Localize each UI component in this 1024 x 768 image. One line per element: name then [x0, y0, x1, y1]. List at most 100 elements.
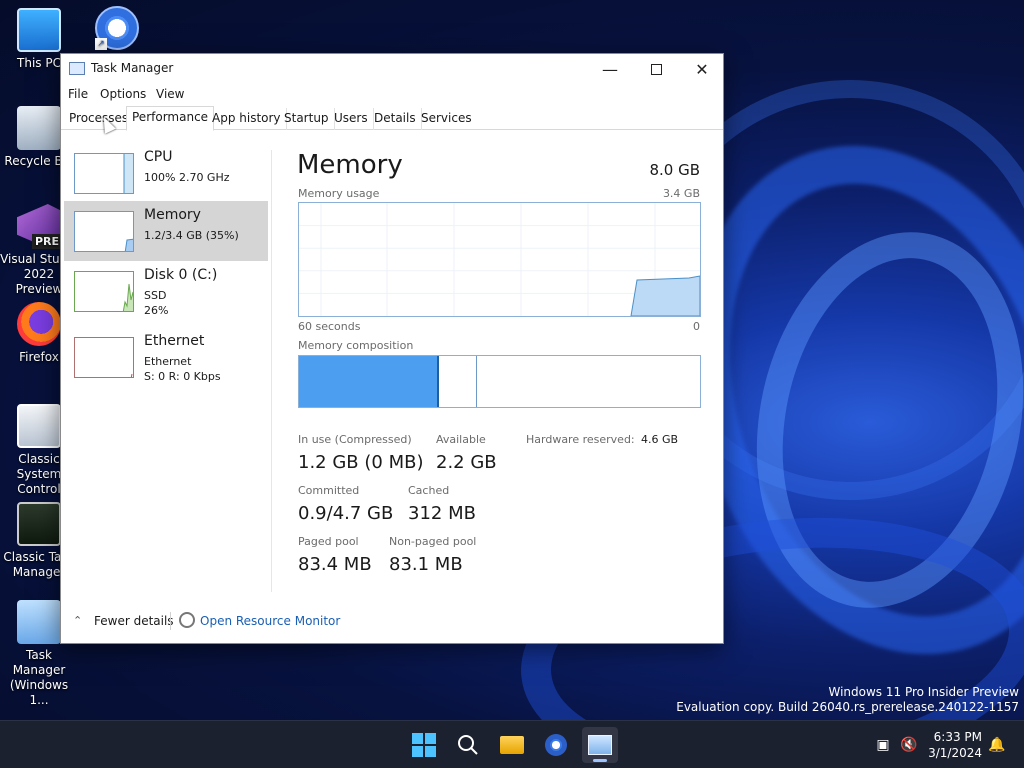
in-use-value: 1.2 GB (0 MB): [298, 452, 424, 473]
footer-bar: ⌃ Fewer details Open Resource Monitor: [61, 606, 723, 636]
sidebar-item-detail: 100% 2.70 GHz: [144, 171, 230, 184]
file-explorer-button[interactable]: [494, 727, 530, 763]
sidebar-item-cpu[interactable]: CPU 100% 2.70 GHz: [64, 143, 268, 203]
cached-value: 312 MB: [408, 503, 476, 524]
memory-thumbnail-svg: [124, 238, 133, 251]
close-button[interactable]: ✕: [679, 54, 725, 84]
chrome-icon: [545, 734, 567, 756]
cpu-thumbnail-graph: [74, 153, 134, 194]
chevron-up-icon: ⌃: [73, 614, 83, 627]
sidebar-item-disk[interactable]: Disk 0 (C:) SSD 26%: [64, 261, 268, 321]
search-button[interactable]: [450, 727, 486, 763]
search-icon: [458, 735, 478, 755]
evaluation-watermark: Windows 11 Pro Insider Preview Evaluatio…: [676, 685, 1019, 715]
desktop-icon-label: Task Manager (Windows 1...: [9, 648, 69, 707]
composition-in-use: [299, 356, 439, 407]
non-paged-pool-value: 83.1 MB: [389, 554, 463, 575]
memory-composition-bar: [298, 355, 701, 408]
graph-time-zero: 0: [693, 320, 700, 333]
close-icon: ✕: [695, 59, 709, 79]
memory-usage-area: [630, 275, 701, 317]
sidebar-item-detail: SSD: [144, 289, 167, 302]
memory-usage-graph: [298, 202, 701, 317]
hardware-reserved-value: 4.6 GB: [641, 433, 679, 446]
menu-bar: File Options View: [61, 84, 723, 106]
tab-performance[interactable]: Performance: [126, 106, 215, 131]
committed-label: Committed: [298, 484, 360, 497]
start-icon: [412, 733, 436, 757]
disk-thumbnail-graph: [74, 271, 134, 312]
control-panel-icon: [17, 404, 61, 448]
tab-users[interactable]: Users: [329, 108, 374, 130]
clock-time: 6:33 PM: [933, 730, 982, 744]
memory-thumbnail-graph: [74, 211, 134, 252]
fewer-details-button[interactable]: Fewer details: [94, 614, 174, 628]
computer-icon: [17, 8, 61, 52]
volume-muted-icon[interactable]: 🔇: [900, 736, 918, 754]
tab-startup[interactable]: Startup: [279, 108, 335, 130]
ethernet-thumbnail-svg: [130, 373, 133, 377]
network-icon[interactable]: ▣: [874, 736, 892, 754]
memory-total: 8.0 GB: [649, 161, 700, 179]
desktop-icon-label: Classic System Control: [16, 452, 62, 496]
sidebar-item-name: Ethernet: [144, 333, 205, 349]
task-manager-icon: [588, 735, 612, 755]
sidebar-item-detail-2: S: 0 R: 0 Kbps: [144, 370, 221, 383]
task-manager-window: Task Manager — ✕ File Options View Proce…: [60, 53, 724, 644]
cpu-usage-fill: [124, 154, 133, 193]
memory-usage-label: Memory usage: [298, 187, 380, 200]
sidebar-item-detail: Ethernet: [144, 355, 192, 368]
memory-usage-max: 3.4 GB: [662, 187, 700, 200]
preview-badge: PRE: [31, 234, 62, 249]
taskbar: ▣ 🔇 6:33 PM 3/1/2024 🔔: [0, 720, 1024, 768]
committed-value: 0.9/4.7 GB: [298, 503, 394, 524]
menu-view[interactable]: View: [156, 87, 184, 101]
in-use-label: In use (Compressed): [298, 433, 412, 446]
start-button[interactable]: [406, 727, 442, 763]
desktop-icon-label: This PC: [17, 56, 61, 70]
notification-bell-icon[interactable]: 🔔: [988, 736, 1006, 754]
sidebar-item-name: Disk 0 (C:): [144, 267, 218, 283]
recycle-bin-icon: [17, 106, 61, 150]
desktop-icon-chrome[interactable]: ↗: [78, 6, 156, 54]
task-manager-taskbar-button[interactable]: [582, 727, 618, 763]
tab-app-history[interactable]: App history: [207, 108, 287, 130]
memory-usage-svg: [299, 203, 701, 317]
firefox-icon: [17, 302, 61, 346]
maximize-icon: [650, 63, 662, 75]
shortcut-arrow-icon: ↗: [95, 38, 107, 50]
tab-strip: Processes Performance App history Startu…: [61, 106, 723, 131]
clock[interactable]: 6:33 PM 3/1/2024: [928, 729, 982, 761]
cached-label: Cached: [408, 484, 450, 497]
composition-modified: [441, 356, 477, 407]
classic-task-manager-icon: [17, 502, 61, 546]
task-manager-icon: [69, 62, 85, 75]
sidebar-item-ethernet[interactable]: Ethernet Ethernet S: 0 R: 0 Kbps: [64, 327, 268, 387]
ethernet-activity-line: [130, 373, 133, 377]
sidebar-item-name: CPU: [144, 149, 173, 165]
menu-file[interactable]: File: [68, 87, 88, 101]
panel-divider: [271, 150, 272, 592]
chrome-taskbar-button[interactable]: [538, 727, 574, 763]
cpu-thumbnail-svg: [123, 154, 133, 193]
memory-usage-area: [124, 238, 133, 251]
tab-details[interactable]: Details: [369, 108, 422, 130]
watermark-line-1: Windows 11 Pro Insider Preview: [828, 685, 1019, 699]
file-explorer-icon: [500, 736, 524, 754]
watermark-line-2: Evaluation copy. Build 26040.rs_prerelea…: [676, 700, 1019, 714]
wallpaper-swirl: [723, 207, 1024, 633]
window-title: Task Manager: [91, 61, 174, 75]
open-resource-monitor-link[interactable]: Open Resource Monitor: [200, 614, 340, 628]
maximize-button[interactable]: [633, 54, 679, 84]
paged-pool-label: Paged pool: [298, 535, 359, 548]
minimize-button[interactable]: —: [587, 54, 633, 84]
memory-composition-label: Memory composition: [298, 339, 414, 352]
menu-options[interactable]: Options: [100, 87, 146, 101]
disk-activity-area: [122, 283, 133, 311]
minimize-icon: —: [602, 59, 618, 79]
sidebar-item-detail: 1.2/3.4 GB (35%): [144, 229, 239, 242]
sidebar-item-memory[interactable]: Memory 1.2/3.4 GB (35%): [64, 201, 268, 261]
footer-divider: [170, 612, 171, 630]
title-bar[interactable]: Task Manager — ✕: [61, 54, 723, 84]
tab-services[interactable]: Services: [416, 108, 477, 130]
